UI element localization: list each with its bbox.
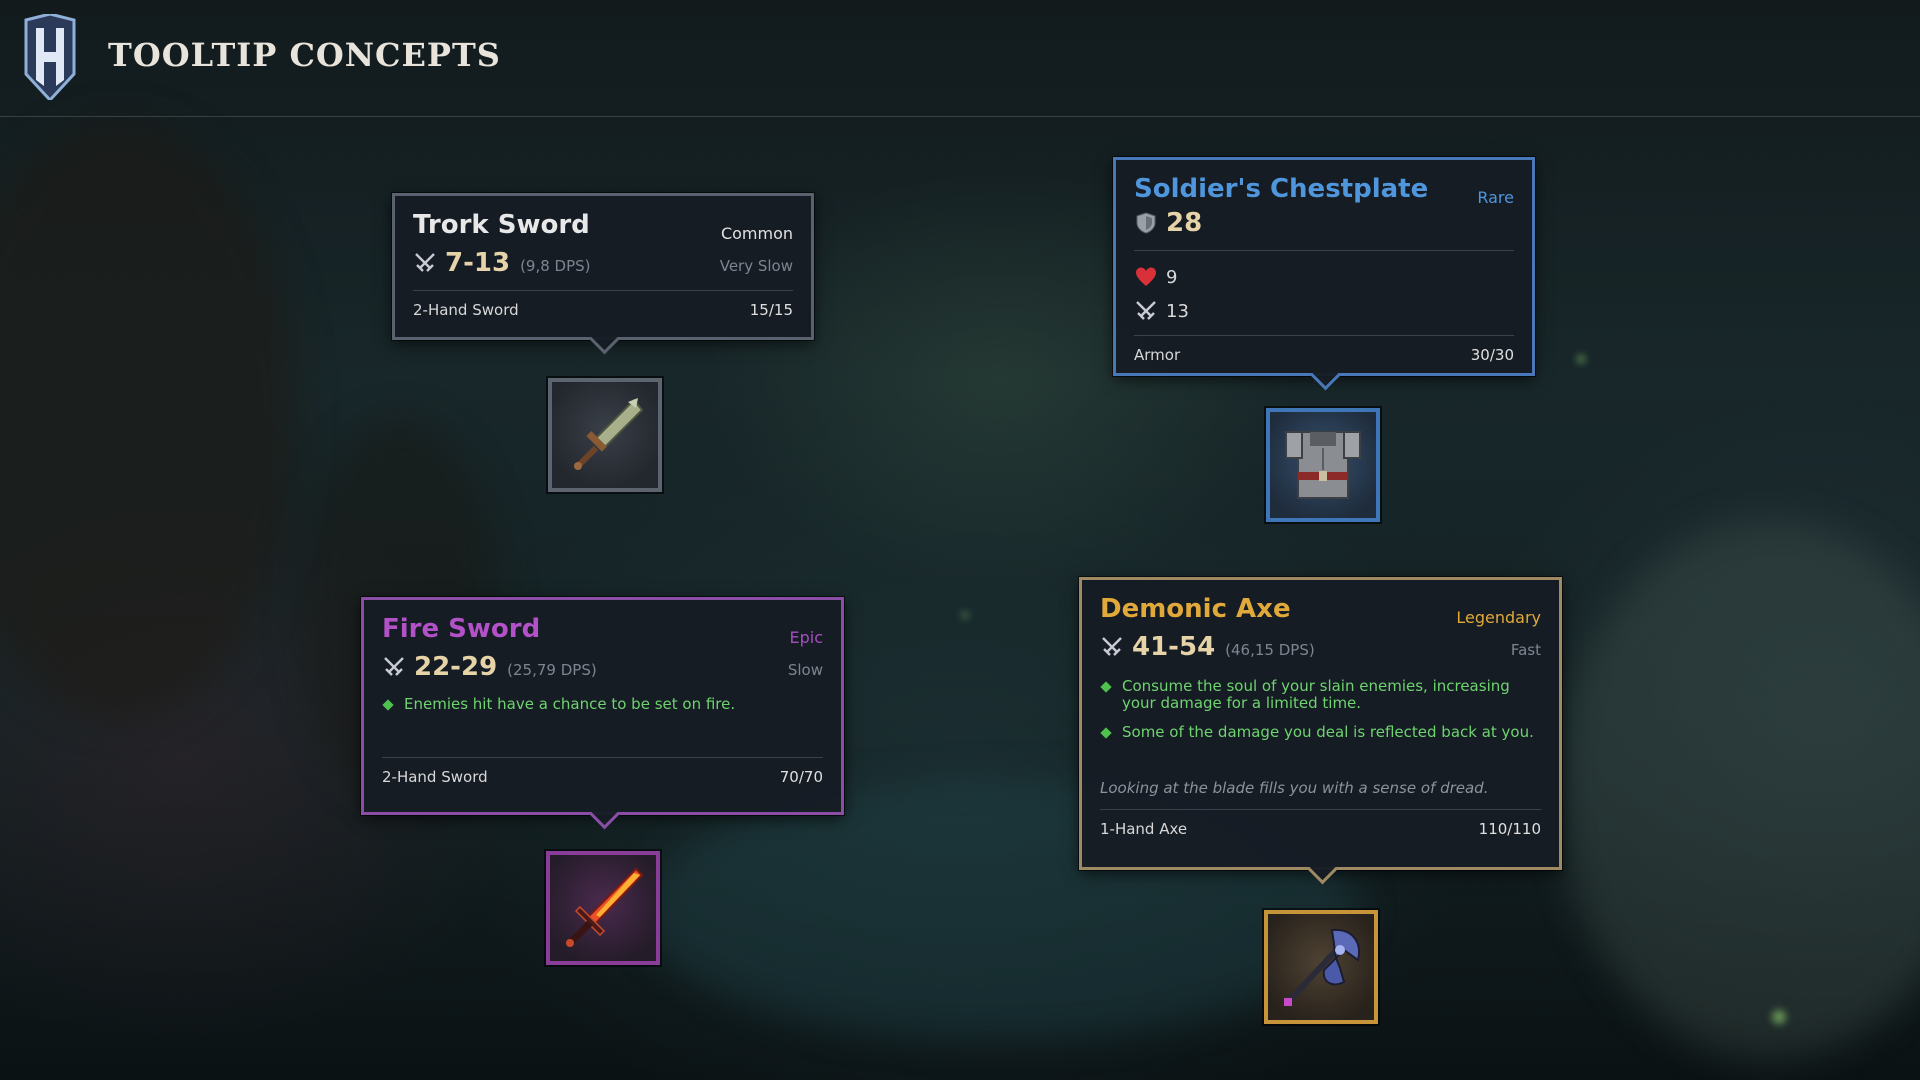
item-slot-trork-sword[interactable] <box>548 378 662 492</box>
chestplate-icon <box>1285 431 1361 499</box>
fire-sword-icon <box>566 867 644 947</box>
item-type: 2-Hand Sword <box>382 768 488 786</box>
damage-stat: 41-54 (46,15 DPS) Fast <box>1100 632 1541 662</box>
effect-text: Enemies hit have a chance to be set on f… <box>404 695 736 713</box>
attack-speed: Very Slow <box>719 257 793 275</box>
crossed-swords-icon <box>1136 301 1156 320</box>
effect-text: Some of the damage you deal is reflected… <box>1122 723 1534 741</box>
item-type: Armor <box>1134 346 1181 364</box>
effect-text: Consume the soul of your slain enemies, … <box>1122 677 1510 712</box>
attack-speed: Fast <box>1510 641 1541 659</box>
damage-value: 7-13 <box>445 248 511 278</box>
damage-value: 41-54 <box>1132 632 1216 662</box>
firefly <box>1772 1010 1786 1024</box>
tooltip-soldiers-chestplate: Soldier's Chestplate Rare 28 9 13 Armor … <box>1113 157 1535 391</box>
tooltip-pointer <box>589 799 619 830</box>
background-tree <box>0 120 300 720</box>
effect-bullet: Enemies hit have a chance to be set on f… <box>382 696 823 713</box>
item-type: 1-Hand Axe <box>1100 820 1188 838</box>
dps-value: (9,8 DPS) <box>520 257 591 275</box>
health-stat: 9 <box>1134 265 1514 289</box>
firefly <box>1577 355 1585 363</box>
dps-value: (46,15 DPS) <box>1225 641 1315 659</box>
crossed-swords-icon <box>384 657 404 676</box>
durability: 30/30 <box>1470 346 1514 364</box>
item-name: Soldier's Chestplate <box>1134 174 1429 204</box>
armor-stat: 28 <box>1134 208 1514 238</box>
demonic-axe-icon <box>1284 928 1360 1006</box>
diamond-bullet-icon <box>1100 681 1112 693</box>
crossed-swords-icon <box>415 253 435 272</box>
item-rarity: Common <box>720 224 793 243</box>
page-header: TOOLTIP CONCEPTS <box>0 0 1920 117</box>
attack-speed: Slow <box>787 661 823 679</box>
heart-icon <box>1136 267 1156 286</box>
diamond-bullet-icon <box>1100 727 1112 739</box>
effect-bullet: Consume the soul of your slain enemies, … <box>1100 678 1541 712</box>
crossed-swords-icon <box>1102 637 1122 656</box>
item-type: 2-Hand Sword <box>413 301 519 319</box>
h-shield-logo <box>24 14 76 100</box>
health-value: 9 <box>1166 266 1178 288</box>
item-rarity: Epic <box>789 628 823 647</box>
tooltip-demonic-axe: Demonic Axe Legendary 41-54 (46,15 DPS) … <box>1079 577 1562 885</box>
damage-stat: 7-13 (9,8 DPS) Very Slow <box>413 248 793 278</box>
diamond-bullet-icon <box>382 699 394 711</box>
divider <box>1134 250 1514 251</box>
item-slot-demonic-axe[interactable] <box>1264 910 1378 1024</box>
durability: 70/70 <box>779 768 823 786</box>
firefly <box>962 612 968 618</box>
item-slot-chestplate[interactable] <box>1266 408 1380 522</box>
item-name: Fire Sword <box>382 614 541 644</box>
item-rarity: Legendary <box>1456 608 1541 627</box>
durability: 15/15 <box>749 301 793 319</box>
item-footer: 1-Hand Axe 110/110 <box>1100 810 1541 850</box>
item-footer: 2-Hand Sword 70/70 <box>382 758 823 798</box>
background-rock <box>1560 520 1920 1060</box>
tooltip-trork-sword: Trork Sword Common 7-13 (9,8 DPS) Very S… <box>392 193 814 355</box>
item-slot-fire-sword[interactable] <box>546 851 660 965</box>
attack-stat: 13 <box>1134 299 1514 323</box>
trork-sword-icon <box>574 398 644 470</box>
armor-value: 28 <box>1166 208 1203 238</box>
tooltip-fire-sword: Fire Sword Epic 22-29 (25,79 DPS) Slow E… <box>361 597 844 830</box>
attack-value: 13 <box>1166 300 1189 322</box>
shield-icon <box>1136 212 1156 234</box>
durability: 110/110 <box>1478 820 1541 838</box>
lore-text: Looking at the blade fills you with a se… <box>1100 779 1489 797</box>
damage-value: 22-29 <box>414 652 498 682</box>
page-title: TOOLTIP CONCEPTS <box>108 36 501 74</box>
effect-bullet: Some of the damage you deal is reflected… <box>1100 724 1541 741</box>
dps-value: (25,79 DPS) <box>507 661 597 679</box>
item-rarity: Rare <box>1477 188 1514 207</box>
damage-stat: 22-29 (25,79 DPS) Slow <box>382 652 823 682</box>
